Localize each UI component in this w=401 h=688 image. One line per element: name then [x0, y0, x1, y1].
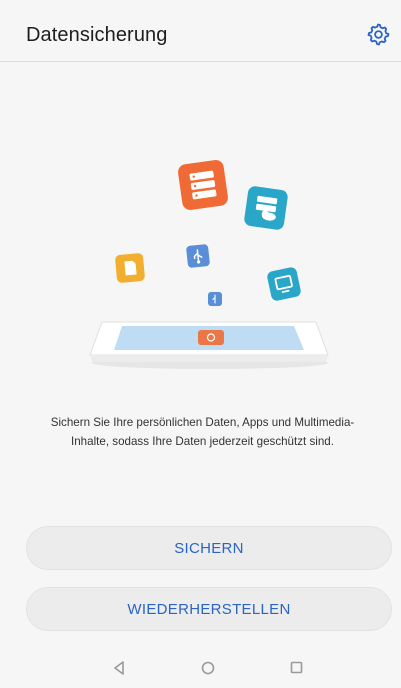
settings-button[interactable]: [365, 21, 391, 47]
backup-description: Sichern Sie Ihre persönlichen Daten, App…: [30, 413, 375, 451]
gear-icon: [367, 23, 390, 46]
restore-button[interactable]: WIEDERHERSTELLEN: [26, 587, 392, 631]
back-icon[interactable]: [113, 661, 125, 675]
sd-card-icon: [115, 253, 145, 283]
app-bar: Datensicherung: [0, 0, 401, 62]
home-icon[interactable]: [201, 661, 215, 675]
description-line-1: Sichern Sie Ihre persönlichen Daten, App…: [50, 416, 355, 429]
system-navigation-bar: [0, 648, 401, 688]
server-icon: [178, 160, 228, 210]
usb-icon: [186, 244, 210, 268]
cloud-storage-icon: [244, 186, 288, 230]
monitor-icon: [267, 267, 301, 301]
page-title: Datensicherung: [26, 24, 168, 46]
description-line-2: Inhalte, sodass Ihre Daten jederzeit ges…: [71, 435, 334, 448]
usb-small-icon: [208, 292, 222, 306]
recent-apps-icon[interactable]: [290, 661, 303, 674]
backup-illustration: [80, 150, 340, 375]
backup-button[interactable]: SICHERN: [26, 526, 392, 570]
phone-icon: [89, 321, 329, 369]
